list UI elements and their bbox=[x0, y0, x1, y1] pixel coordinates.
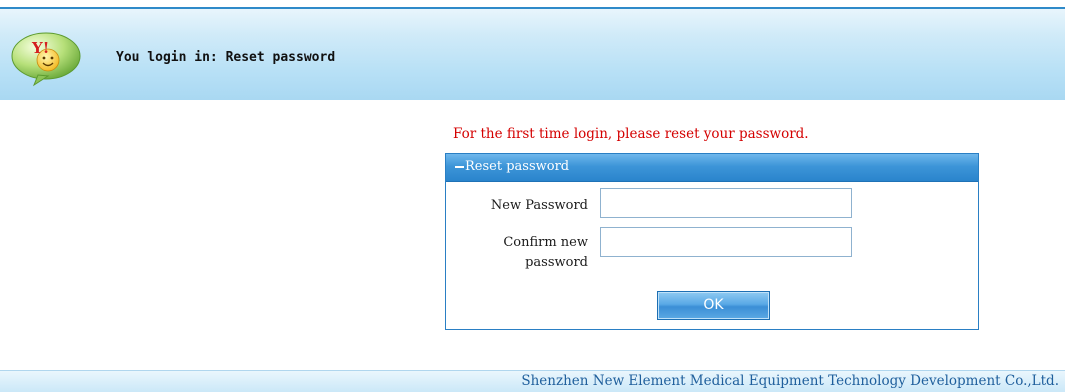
footer-company: Shenzhen New Element Medical Equipment T… bbox=[521, 373, 1059, 389]
new-password-label: New Password bbox=[490, 198, 588, 213]
new-password-field[interactable] bbox=[600, 188, 852, 218]
confirm-password-label-line2: password bbox=[525, 255, 588, 270]
collapse-icon[interactable] bbox=[455, 166, 464, 168]
ok-button[interactable]: OK bbox=[657, 291, 770, 320]
logo-text: Y! bbox=[31, 39, 49, 57]
confirm-password-label-line1: Confirm new bbox=[503, 235, 588, 250]
first-login-notice: For the first time login, please reset y… bbox=[453, 126, 809, 142]
confirm-password-label: Confirm new password bbox=[446, 233, 588, 273]
confirm-password-field[interactable] bbox=[600, 227, 852, 257]
smiley-logo-icon: Y! bbox=[11, 32, 81, 87]
page-title: You login in: Reset password bbox=[116, 50, 336, 65]
page: Y! You login in: Reset password For the … bbox=[0, 0, 1065, 392]
reset-password-panel: Reset password New Password Confirm new … bbox=[445, 153, 979, 330]
panel-title: Reset password bbox=[465, 159, 570, 174]
header-bar: Y! You login in: Reset password bbox=[0, 7, 1065, 100]
panel-header: Reset password bbox=[446, 154, 978, 182]
footer-bar: Shenzhen New Element Medical Equipment T… bbox=[0, 370, 1065, 392]
